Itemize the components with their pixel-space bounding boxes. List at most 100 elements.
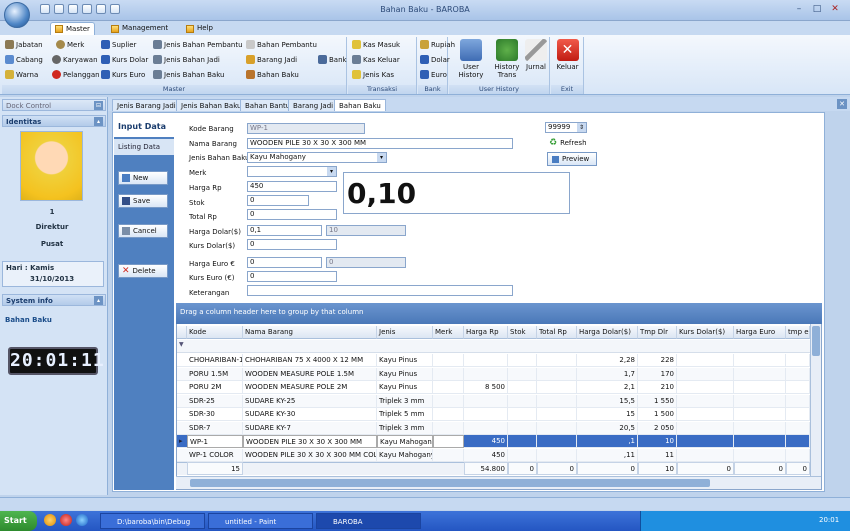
task-baroba[interactable]: BAROBA: [316, 513, 421, 529]
grid-vertical-scrollbar[interactable]: [810, 324, 821, 476]
column-header[interactable]: Harga Dolar($): [577, 326, 638, 339]
group-by-area[interactable]: Drag a column header here to group by th…: [176, 303, 822, 324]
column-header[interactable]: Jenis: [377, 326, 433, 339]
cancel-button[interactable]: Cancel: [118, 224, 168, 238]
ribbon-jurnal[interactable]: Jurnal: [523, 39, 549, 71]
ribbon-merk[interactable]: Merk: [56, 40, 84, 49]
ribbon-jenis-kas[interactable]: Jenis Kas: [352, 70, 394, 79]
ribbon-kas-masuk[interactable]: Kas Masuk: [352, 40, 400, 49]
nama-barang-input[interactable]: WOODEN PILE 30 X 30 X 300 MM: [247, 138, 513, 149]
column-header[interactable]: Harga Rp: [464, 326, 508, 339]
column-header[interactable]: Nama Barang: [243, 326, 377, 339]
ribbon-karyawan[interactable]: Karyawan: [52, 55, 98, 64]
table-cell: [464, 367, 508, 381]
tab-bahan-bantu[interactable]: Bahan Bantu: [240, 99, 296, 111]
ribbon-euro[interactable]: Euro: [420, 70, 447, 79]
identitas-collapse-button[interactable]: ▴: [94, 117, 103, 126]
ribbon-dolar[interactable]: Dolar: [420, 55, 450, 64]
ribbon-jenis-bahan-pembantu[interactable]: Jenis Bahan Pembantu: [153, 40, 243, 49]
tab-barang-jadi[interactable]: Barang Jadi: [288, 99, 339, 111]
tab-master[interactable]: Master: [50, 22, 95, 35]
harga-dolar-display: 0,10: [343, 172, 570, 214]
scroll-thumb-horizontal[interactable]: [190, 479, 710, 487]
start-button[interactable]: Start: [0, 511, 37, 531]
preview-button[interactable]: Preview: [547, 152, 597, 166]
tab-jenis-barang-jadi[interactable]: Jenis Barang Jadi: [112, 99, 181, 111]
ribbon-history-trans[interactable]: History Trans: [493, 39, 521, 79]
kurs-dolar-input[interactable]: 0: [247, 239, 337, 250]
delete-button[interactable]: ✕ Delete: [118, 264, 168, 278]
ribbon-suplier[interactable]: Suplier: [101, 40, 136, 49]
ribbon-bahan-pembantu[interactable]: Bahan Pembantu: [246, 40, 317, 49]
ribbon-warna[interactable]: Warna: [5, 70, 38, 79]
save-button[interactable]: Save: [118, 194, 168, 208]
system-info-collapse-button[interactable]: ▴: [94, 296, 103, 305]
column-header[interactable]: Kode: [187, 326, 243, 339]
ribbon-group-user-history: User History History Trans Jurnal User H…: [449, 37, 550, 94]
keterangan-input[interactable]: [247, 285, 513, 296]
ribbon-kurs-dolar[interactable]: Kurs Dolar: [101, 55, 148, 64]
ribbon-cabang[interactable]: Cabang: [5, 55, 43, 64]
system-info-header[interactable]: System info ▴: [2, 294, 106, 306]
ie-icon[interactable]: [76, 514, 88, 526]
grid-horizontal-scrollbar[interactable]: [176, 476, 821, 489]
table-cell: [677, 408, 734, 421]
column-header[interactable]: Merk: [433, 326, 464, 339]
input-data-tab[interactable]: Input Data: [114, 117, 174, 137]
ribbon-bahan-baku[interactable]: Bahan Baku: [246, 70, 299, 79]
maximize-button[interactable]: □: [808, 3, 826, 17]
merk-select[interactable]: ▾: [247, 166, 337, 177]
column-header[interactable]: Kurs Dolar($): [677, 326, 734, 339]
app-orb-icon[interactable]: [4, 2, 30, 28]
ribbon-jenis-bahan-baku[interactable]: Jenis Bahan Baku: [153, 70, 224, 79]
minimize-button[interactable]: –: [790, 3, 808, 17]
kurs-euro-input[interactable]: 0: [247, 271, 337, 282]
scroll-thumb[interactable]: [812, 326, 820, 356]
ribbon-kurs-euro[interactable]: Kurs Euro: [101, 70, 145, 79]
harga-rp-input[interactable]: 450: [247, 181, 337, 192]
new-button[interactable]: New: [118, 171, 168, 185]
close-button[interactable]: ✕: [826, 3, 844, 17]
table-cell: [734, 381, 786, 394]
firefox-icon[interactable]: [44, 514, 56, 526]
column-header[interactable]: Total Rp: [537, 326, 577, 339]
total-rp-input[interactable]: 0: [247, 209, 337, 220]
ribbon-jabatan[interactable]: Jabatan: [5, 40, 43, 49]
identitas-role: Direktur: [35, 223, 69, 231]
limit-spinner[interactable]: 99999 ⇕: [545, 122, 587, 133]
opera-icon[interactable]: [60, 514, 72, 526]
ribbon-jenis-bahan-jadi[interactable]: Jenis Bahan Jadi: [153, 55, 220, 64]
ribbon-barang-jadi[interactable]: Barang Jadi: [246, 55, 297, 64]
ribbon-pelanggan[interactable]: Pelanggan: [52, 70, 100, 79]
column-header[interactable]: Harga Euro: [734, 326, 786, 339]
ribbon-kas-keluar[interactable]: Kas Keluar: [352, 55, 400, 64]
refresh-button[interactable]: ♻ Refresh: [549, 138, 587, 148]
table-cell: [537, 408, 577, 421]
bahan-pembantu-icon: [246, 40, 255, 49]
status-bar: [0, 497, 850, 510]
ribbon-bank[interactable]: Bank: [318, 55, 347, 64]
close-document-button[interactable]: ✕: [837, 99, 847, 109]
column-header[interactable]: tmp er: [786, 326, 810, 339]
tab-management[interactable]: Management: [107, 22, 172, 35]
task-paint[interactable]: untitled - Paint: [208, 513, 313, 529]
tab-help[interactable]: Help: [182, 22, 217, 35]
tab-bahan-baku[interactable]: Bahan Baku: [334, 99, 386, 111]
task-explorer[interactable]: D:\baroba\bin\Debug: [100, 513, 205, 529]
filter-row[interactable]: ▼: [177, 340, 810, 353]
harga-euro-input[interactable]: 0: [247, 257, 322, 268]
stok-input[interactable]: 0: [247, 195, 309, 206]
harga-dolar-label: Harga Dolar($): [189, 228, 241, 236]
table-cell: WOODEN MEASURE POLE 1.5M: [243, 367, 377, 381]
column-header[interactable]: Tmp Dlr: [638, 326, 677, 339]
column-header[interactable]: Stok: [508, 326, 537, 339]
ribbon-keluar[interactable]: ✕ Keluar: [553, 39, 582, 71]
listing-data-tab[interactable]: Listing Data: [114, 139, 174, 155]
jenis-bahan-baku-select[interactable]: Kayu Mahogany ▾: [247, 152, 387, 163]
tab-jenis-bahan-baku[interactable]: Jenis Bahan Baku: [176, 99, 247, 111]
dock-pin-button[interactable]: ⊟: [94, 101, 103, 110]
harga-dolar-input[interactable]: 0,1: [247, 225, 322, 236]
kode-barang-input[interactable]: WP-1: [247, 123, 365, 134]
identitas-header[interactable]: Identitas ▴: [2, 115, 106, 127]
ribbon-user-history[interactable]: User History: [451, 39, 491, 79]
